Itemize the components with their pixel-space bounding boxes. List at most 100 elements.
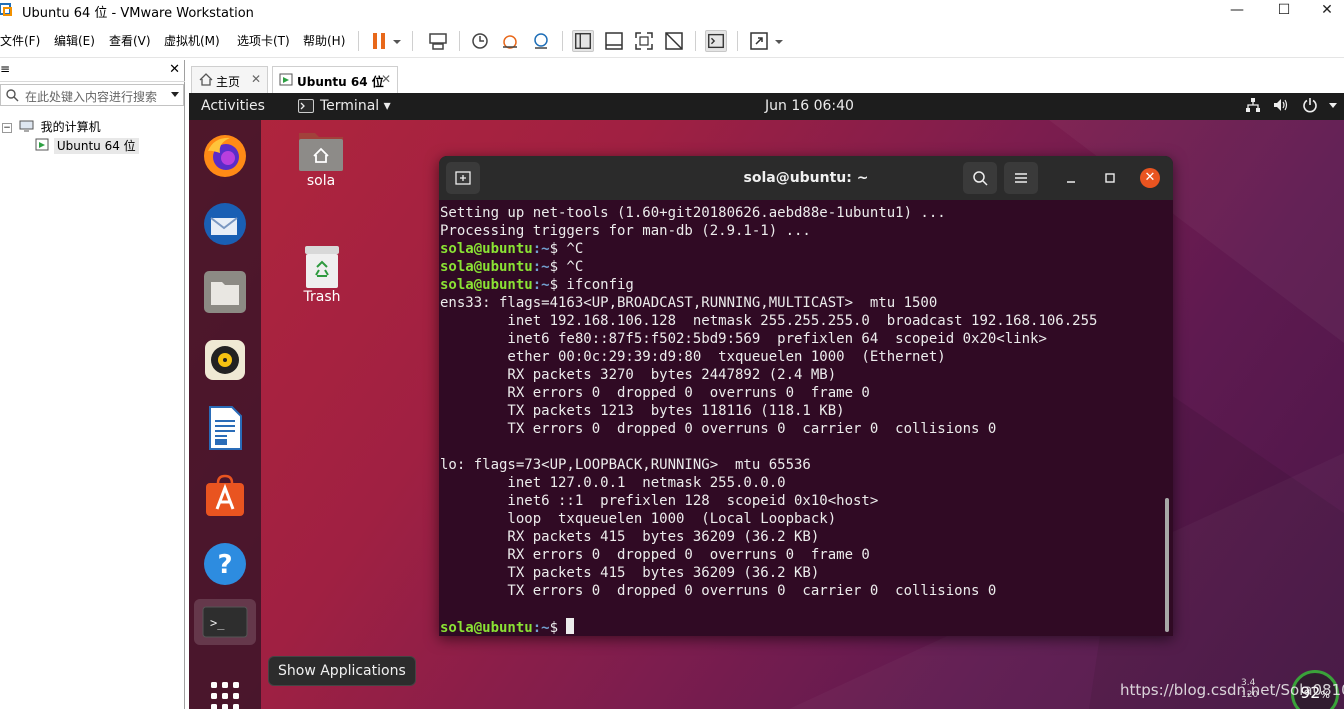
terminal-line: inet 127.0.0.1 netmask 255.0.0.0 [440, 475, 786, 491]
chevron-down-icon[interactable] [390, 30, 404, 52]
terminal-line: TX errors 0 dropped 0 overruns 0 carrier… [440, 583, 997, 599]
desktop-home-folder[interactable]: sola [281, 129, 361, 189]
chevron-down-icon[interactable] [170, 91, 180, 99]
maximize-icon[interactable] [1104, 168, 1116, 188]
desktop-icon-label: sola [306, 173, 336, 189]
tree-item-label: 我的计算机 [40, 120, 101, 134]
terminal-line: sola@ubuntu:~$ ifconfig [440, 276, 1165, 294]
menu-tabs[interactable]: 选项卡(T) [237, 32, 290, 49]
terminal-headerbar: sola@ubuntu: ~ ✕ [439, 156, 1173, 200]
tree-item-my-computer[interactable]: − 我的计算机 [2, 118, 101, 135]
snapshot-manager-icon[interactable] [530, 30, 552, 52]
terminal-line: inet6 fe80::87f5:f502:5bd9:569 prefixlen… [440, 331, 1047, 347]
library-menu-icon[interactable]: ≡ [0, 62, 10, 76]
menu-vm[interactable]: 虚拟机(M) [164, 32, 220, 49]
minimize-icon[interactable] [1065, 168, 1077, 188]
library-close-button[interactable]: ✕ [169, 62, 180, 77]
terminal-line: RX packets 3270 bytes 2447892 (2.4 MB) [440, 367, 837, 383]
toolbar-separator [412, 31, 413, 51]
pause-icon[interactable] [368, 30, 390, 52]
help-icon[interactable]: ? [202, 541, 248, 587]
close-icon[interactable]: ✕ [1140, 168, 1160, 188]
firefox-icon[interactable] [202, 133, 248, 179]
console-view-icon[interactable] [603, 30, 625, 52]
terminal-line: loop txqueuelen 1000 (Local Loopback) [440, 511, 837, 527]
desktop-icon-label: Trash [303, 289, 341, 305]
activities-button[interactable]: Activities [201, 98, 265, 114]
chevron-down-icon[interactable] [772, 30, 786, 52]
app-menu-terminal[interactable]: Terminal ▾ [320, 98, 391, 114]
tab-close-icon[interactable]: ✕ [381, 72, 391, 86]
send-ctrl-alt-del-icon[interactable] [427, 30, 449, 52]
close-button[interactable]: ✕ [1305, 0, 1344, 22]
home-folder-icon [299, 133, 343, 171]
search-button[interactable] [963, 162, 997, 194]
terminal-window[interactable]: sola@ubuntu: ~ ✕ Setting up net-tools (1… [439, 156, 1173, 636]
show-applications-icon[interactable] [202, 673, 248, 709]
libreoffice-writer-icon[interactable] [202, 405, 248, 451]
svg-text:?: ? [217, 550, 232, 580]
toolbar-separator [737, 31, 738, 51]
revert-snapshot-icon[interactable] [499, 30, 521, 52]
terminal-line: TX packets 1213 bytes 118116 (118.1 KB) [440, 403, 845, 419]
prompt-path: :~ [532, 620, 550, 636]
unity-mode-icon[interactable] [663, 30, 685, 52]
rhythmbox-icon[interactable] [202, 337, 248, 383]
library-search-input[interactable]: 在此处键入内容进行搜索 [0, 84, 184, 106]
text-cursor [566, 618, 575, 634]
command-text: $ ^C [549, 241, 584, 257]
toolbar-separator [459, 31, 460, 51]
terminal-line: TX packets 415 bytes 36209 (36.2 KB) [440, 565, 820, 581]
files-icon[interactable] [202, 269, 248, 315]
thunderbird-icon[interactable] [202, 201, 248, 247]
tab-ubuntu-vm[interactable]: Ubuntu 64 位 ✕ [272, 66, 398, 93]
library-view-icon[interactable] [572, 30, 594, 52]
menu-file[interactable]: 文件(F) [0, 32, 40, 49]
terminal-line: RX errors 0 dropped 0 overruns 0 frame 0 [440, 385, 870, 401]
tab-home[interactable]: 主页 ✕ [191, 66, 268, 93]
menu-view[interactable]: 查看(V) [109, 32, 151, 49]
terminal-line: RX errors 0 dropped 0 overruns 0 frame 0 [440, 547, 870, 563]
prompt-path: :~ [532, 259, 550, 275]
hamburger-menu-icon [1015, 173, 1027, 183]
hamburger-menu-button[interactable] [1004, 162, 1038, 194]
tree-item-ubuntu-vm[interactable]: Ubuntu 64 位 [35, 137, 139, 154]
window-title: Ubuntu 64 位 - VMware Workstation [22, 6, 254, 21]
desktop-trash[interactable]: Trash [282, 245, 362, 305]
clock[interactable]: Jun 16 06:40 [765, 98, 854, 114]
terminal-scrollbar[interactable] [1165, 498, 1169, 632]
console-terminal-icon[interactable] [705, 30, 727, 52]
menu-help[interactable]: 帮助(H) [303, 32, 345, 49]
minimize-button[interactable]: — [1215, 0, 1259, 22]
vm-running-icon [35, 138, 49, 151]
tab-close-icon[interactable]: ✕ [251, 72, 261, 86]
collapse-icon[interactable]: − [2, 123, 12, 133]
watermark: https://blog.csdn.net/Sola0810 [1120, 681, 1344, 699]
prompt-user: sola@ubuntu [440, 277, 533, 293]
tab-label: Ubuntu 64 位 [297, 75, 384, 89]
terminal-output[interactable]: Setting up net-tools (1.60+git20180626.a… [440, 204, 1165, 636]
home-icon [199, 73, 213, 86]
snapshot-icon[interactable] [469, 30, 491, 52]
system-tray[interactable] [1245, 97, 1338, 117]
chevron-down-icon [1329, 103, 1337, 108]
ubuntu-software-icon[interactable] [202, 473, 248, 519]
guest-display[interactable]: Activities Terminal ▾ Jun 16 06:40 ? >_ … [189, 93, 1344, 709]
prompt-path: :~ [532, 277, 550, 293]
terminal-line: Processing triggers for man-db (2.9.1-1)… [440, 223, 811, 239]
terminal-line: lo: flags=73<UP,LOOPBACK,RUNNING> mtu 65… [440, 457, 811, 473]
terminal-icon[interactable]: >_ [202, 603, 248, 641]
terminal-line: Setting up net-tools (1.60+git20180626.a… [440, 205, 946, 221]
fullscreen-icon[interactable] [633, 30, 655, 52]
prompt-user: sola@ubuntu [440, 259, 533, 275]
vmware-logo-icon [0, 3, 12, 16]
toolbar-separator [358, 31, 359, 51]
maximize-button[interactable]: ☐ [1262, 0, 1306, 22]
computer-icon [19, 120, 34, 132]
vm-running-icon [279, 73, 293, 86]
menu-edit[interactable]: 编辑(E) [54, 32, 95, 49]
network-wired-icon [1245, 98, 1260, 112]
terminal-title: sola@ubuntu: ~ [743, 170, 869, 186]
stretch-view-icon[interactable] [748, 30, 770, 52]
